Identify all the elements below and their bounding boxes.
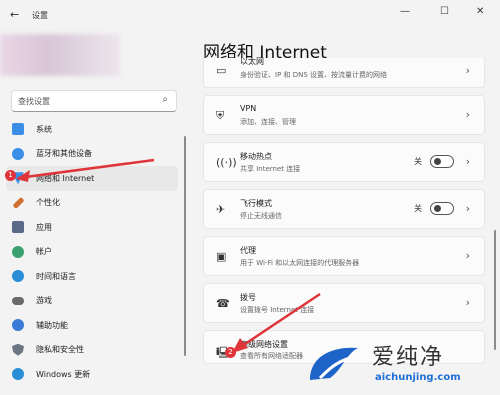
search-icon[interactable]: ⌕ [162,94,168,105]
sidebar-item-gaming[interactable]: 游戏 [12,289,178,314]
search-input[interactable]: 查找设置 [18,97,50,106]
sidebar-item-personalization[interactable]: 个性化 [12,191,178,216]
ethernet-icon: ▭ [216,64,227,77]
sidebar-item-network[interactable]: 网络和 Internet [6,166,178,191]
minimize-button[interactable]: — [400,6,410,17]
bluetooth-icon [12,147,24,160]
chevron-right-icon[interactable]: › [466,202,470,215]
update-icon [12,368,24,381]
sidebar-item-label: 时间和语言 [36,271,76,281]
sidebar-nav: 系统 蓝牙和其他设备 网络和 Internet 个性化 应用 帐户 时间和语言 … [6,117,178,387]
card-title: 飞行模式 [240,199,272,208]
toggle-knob [434,158,441,165]
user-profile-blurred[interactable] [0,34,120,76]
system-icon [12,123,24,136]
toggle-knob [434,205,441,212]
dial-up-icon: ☎ [216,297,230,310]
title-bar: ← 设置 — ☐ ✕ [0,0,500,30]
airplane-icon: ✈ [216,203,226,216]
sidebar-item-apps[interactable]: 应用 [12,215,178,240]
game-icon [12,296,24,305]
chevron-right-icon: › [465,108,470,121]
sidebar-item-windows-update[interactable]: Windows 更新 [12,362,178,387]
chevron-right-icon: › [465,64,470,77]
sidebar-item-label: 游戏 [36,296,52,306]
step-badge-1: 1 [5,170,16,181]
brush-icon [12,196,25,209]
card-proxy[interactable]: ▣ 代理 用于 Wi-Fi 和以太网连接的代理服务器 › [203,236,485,276]
card-mobile-hotspot[interactable]: ((·)) 移动热点 共享 Internet 连接 关 › [203,142,485,182]
sidebar-item-bluetooth[interactable]: 蓝牙和其他设备 [12,142,178,167]
card-title: 移动热点 [240,152,272,161]
watermark-logo [310,347,358,380]
sidebar-item-privacy[interactable]: 隐私和安全性 [12,338,178,363]
sidebar-item-label: 系统 [36,124,52,134]
card-title: 以太网 [240,57,264,66]
proxy-icon: ▣ [216,250,227,263]
sidebar-item-system[interactable]: 系统 [12,117,178,142]
sidebar-item-label: 网络和 Internet [36,173,95,183]
card-ethernet[interactable]: ▭ 以太网 身份验证、IP 和 DNS 设置、按流量计费的网络 › [203,57,485,88]
card-dial-up[interactable]: ☎ 拨号 设置拨号 Internet 连接 › [203,283,485,323]
sidebar-item-label: 帐户 [36,247,52,257]
card-airplane-mode[interactable]: ✈ 飞行模式 停止无线通信 关 › [203,189,485,229]
watermark-text: 爱纯净 [372,345,445,370]
sidebar-item-label: 辅助功能 [36,320,68,330]
card-subtitle: 身份验证、IP 和 DNS 设置、按流量计费的网络 [240,71,388,79]
hotspot-toggle[interactable] [430,155,454,168]
chevron-right-icon: › [465,296,470,309]
chevron-right-icon[interactable]: › [466,155,470,168]
window-title: 设置 [32,11,48,20]
vpn-shield-icon: ⛨ [216,109,225,122]
shield-icon [12,343,24,356]
sidebar-item-time-language[interactable]: 时间和语言 [12,264,178,289]
card-subtitle: 共享 Internet 连接 [240,165,301,173]
back-icon[interactable]: ← [10,8,19,21]
card-subtitle: 停止无线通信 [240,212,282,220]
sidebar-item-label: 个性化 [36,198,60,208]
airplane-toggle[interactable] [430,202,454,215]
sidebar-item-label: 隐私和安全性 [36,345,84,355]
card-subtitle: 添加、连接、管理 [240,118,296,126]
card-subtitle: 用于 Wi-Fi 和以太网连接的代理服务器 [240,259,360,267]
sidebar-item-label: 蓝牙和其他设备 [36,149,92,159]
sidebar-item-label: Windows 更新 [36,369,91,379]
card-title: 拨号 [240,293,256,302]
step-badge-2: 2 [225,347,236,358]
sidebar-item-accounts[interactable]: 帐户 [12,240,178,265]
main-scrollbar[interactable] [494,230,496,350]
toggle-state-label: 关 [414,204,422,213]
globe-time-icon [12,270,24,283]
card-title: 高级网络设置 [240,340,288,349]
apps-icon [12,221,24,234]
sidebar-item-accessibility[interactable]: 辅助功能 [12,313,178,338]
card-subtitle: 查看所有网络适配器 [240,352,303,360]
chevron-right-icon: › [465,249,470,262]
sidebar-scrollbar[interactable] [184,136,186,356]
watermark-url: aichunjing.com [375,372,461,383]
accessibility-icon [12,319,24,332]
card-vpn[interactable]: ⛨ VPN 添加、连接、管理 › [203,95,485,135]
close-button[interactable]: ✕ [476,6,484,17]
search-box[interactable]: 查找设置 ⌕ [11,90,177,112]
card-title: 代理 [240,246,256,255]
hotspot-icon: ((·)) [216,156,237,169]
sidebar-item-label: 应用 [36,222,52,232]
account-icon [12,245,24,258]
toggle-state-label: 关 [414,157,422,166]
card-title: VPN [240,104,257,113]
maximize-button[interactable]: ☐ [440,6,449,17]
card-subtitle: 设置拨号 Internet 连接 [240,306,315,314]
